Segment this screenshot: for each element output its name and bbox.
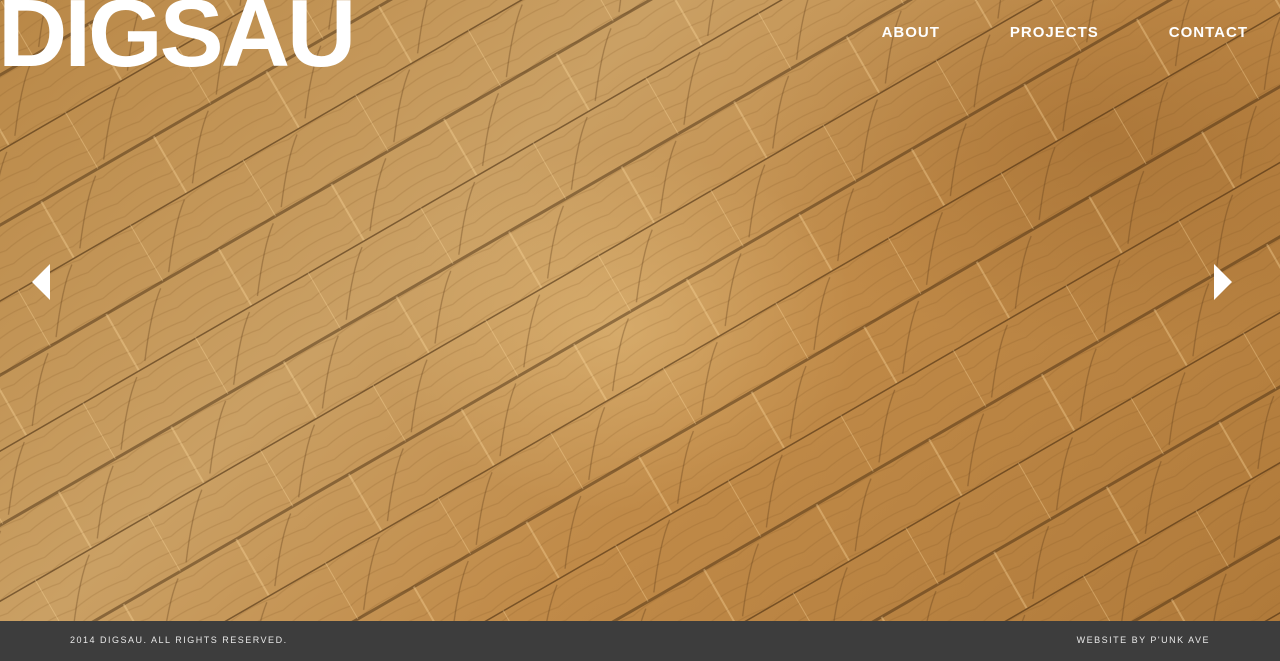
nav-link-projects[interactable]: PROJECTS: [1010, 24, 1099, 41]
main-nav: ABOUT PROJECTS CONTACT: [882, 24, 1248, 41]
chevron-right-icon: [1214, 264, 1232, 300]
website-credit-link[interactable]: WEBSITE BY P'UNK AVE: [1077, 635, 1210, 645]
brand-logo[interactable]: DIGSAU: [0, 0, 356, 82]
slideshow-next-button[interactable]: [1212, 262, 1236, 302]
hero-image: [0, 0, 1280, 621]
site-footer: 2014 DIGSAU. ALL RIGHTS RESERVED. WEBSIT…: [0, 621, 1280, 661]
nav-link-about[interactable]: ABOUT: [882, 24, 940, 41]
chevron-left-icon: [32, 264, 50, 300]
copyright-text: 2014 DIGSAU. ALL RIGHTS RESERVED.: [70, 635, 288, 645]
slideshow-prev-button[interactable]: [30, 262, 54, 302]
hero-slideshow: DIGSAU ABOUT PROJECTS CONTACT: [0, 0, 1280, 621]
nav-link-contact[interactable]: CONTACT: [1169, 24, 1248, 41]
